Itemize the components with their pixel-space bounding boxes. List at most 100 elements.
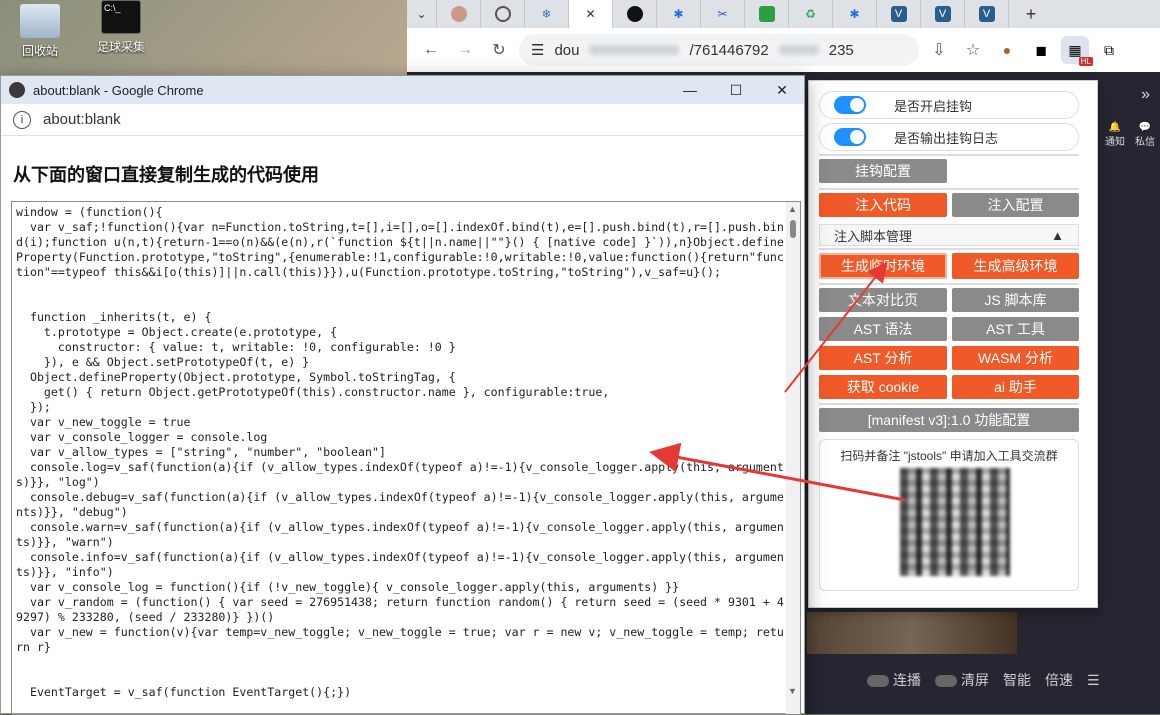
js-lib-button[interactable]: JS 脚本库 <box>952 288 1079 312</box>
github-icon <box>626 6 643 22</box>
inject-config-button[interactable]: 注入配置 <box>952 193 1079 217</box>
qr-caption: 扫码并备注 "jstools" 申请加入工具交流群 <box>840 449 1058 463</box>
scissors-icon: ✂ <box>717 7 728 21</box>
tab-6[interactable]: ✱ <box>657 0 701 28</box>
clear-screen-toggle[interactable]: 清屏 <box>935 670 989 690</box>
info-icon: i <box>13 110 31 129</box>
maximize-button[interactable]: ☐ <box>713 76 759 104</box>
ast-syntax-button[interactable]: AST 语法 <box>819 317 947 341</box>
football-collect-shortcut[interactable]: C:\_ 足球采集 <box>86 0 156 55</box>
jstools-extension-button[interactable]: ▦ HL <box>1061 36 1093 66</box>
star-icon: ☆ <box>965 42 981 59</box>
cookie-extension-button[interactable]: ● <box>993 36 1021 64</box>
chevron-down-icon: ⌄ <box>416 7 427 21</box>
triangle-up-icon: ▲ <box>1051 227 1064 243</box>
extensions-menu-button[interactable]: ⧉ <box>1095 36 1123 64</box>
v-icon: V <box>934 6 951 22</box>
tab-10[interactable]: ✱ <box>833 0 877 28</box>
gen-temp-env-button[interactable]: 生成临时环境 <box>819 253 947 279</box>
jstools-extension-popup: 是否开启挂钩 是否输出挂钩日志 挂钩配置 注入代码 注入配置 注入脚本管理 ▲ … <box>808 80 1098 608</box>
close-button[interactable]: ✕ <box>759 76 805 104</box>
hexagon-icon <box>758 6 775 22</box>
gen-adv-env-button[interactable]: 生成高级环境 <box>952 253 1079 279</box>
terminal-icon: C:\_ <box>101 0 141 34</box>
inject-code-button[interactable]: 注入代码 <box>819 193 947 217</box>
tab-11[interactable]: V <box>877 0 921 28</box>
download-icon: ⇩ <box>932 42 946 59</box>
toggle-switch[interactable] <box>834 96 866 114</box>
code-textarea[interactable]: window = (function(){ var v_saf;!functio… <box>11 201 801 715</box>
arrow-left-icon: ← <box>423 41 439 58</box>
divider <box>819 283 1079 285</box>
hl-badge: HL <box>1078 57 1093 66</box>
speed-button[interactable]: 倍速 <box>1045 670 1073 690</box>
divider <box>819 403 1079 405</box>
new-tab-button[interactable]: + <box>1009 0 1053 28</box>
list-icon[interactable]: ☰ <box>1087 672 1100 689</box>
recycle-bin-shortcut[interactable]: 回收站 <box>5 4 75 59</box>
tab-1[interactable] <box>437 0 481 28</box>
address-bar[interactable]: ☰ dou /761446792 235 <box>519 34 919 66</box>
address-tail: 235 <box>828 41 854 59</box>
minimize-button[interactable]: — <box>667 76 713 104</box>
video-thumbnail <box>807 612 1017 654</box>
arrow-right-icon: → <box>457 41 473 58</box>
bell-icon: 🔔 <box>1108 122 1122 133</box>
wasm-analysis-button[interactable]: WASM 分析 <box>952 346 1079 370</box>
notify-button[interactable]: 🔔 通知 <box>1105 122 1125 148</box>
recycle-bin-label: 回收站 <box>21 44 58 58</box>
toggle-icon <box>935 675 957 688</box>
maximize-icon: ☐ <box>729 81 743 98</box>
address-suffix: /761446792 <box>689 41 769 59</box>
ai-helper-button[interactable]: ai 助手 <box>952 375 1079 399</box>
tab-4-active[interactable]: ✕ <box>569 0 613 28</box>
calculator-icon: ▦ <box>1068 41 1082 58</box>
glasses-icon: ◼ <box>1035 41 1047 58</box>
v-icon: V <box>890 6 907 22</box>
side-icons: 🔔 通知 💬 私信 <box>1100 122 1160 148</box>
close-icon: ✕ <box>776 81 788 98</box>
tab-7[interactable]: ✂ <box>701 0 745 28</box>
chevron-right-icon[interactable]: » <box>1141 86 1150 104</box>
reload-button[interactable]: ↻ <box>485 36 513 64</box>
tab-search-button[interactable]: ⌄ <box>407 0 437 28</box>
autoplay-toggle[interactable]: 连播 <box>867 670 921 690</box>
smart-button[interactable]: 智能 <box>1003 670 1031 690</box>
triangle-up-icon[interactable]: ▲ <box>788 204 797 214</box>
v-icon: V <box>978 6 995 22</box>
recycle-bin-icon <box>20 4 60 38</box>
tab-2[interactable] <box>481 0 525 28</box>
install-app-button[interactable]: ⇩ <box>925 36 953 64</box>
window-title: about:blank - Google Chrome <box>33 82 204 98</box>
get-cookie-button[interactable]: 获取 cookie <box>819 375 947 399</box>
scrollbar[interactable]: ▲ ▼ <box>786 202 800 714</box>
tab-5[interactable] <box>613 0 657 28</box>
hook-enable-switch-row[interactable]: 是否开启挂钩 <box>819 91 1079 119</box>
messages-button[interactable]: 💬 私信 <box>1135 122 1155 148</box>
bookmark-button[interactable]: ☆ <box>959 36 987 64</box>
globe-icon <box>494 6 511 22</box>
tab-12[interactable]: V <box>921 0 965 28</box>
divider <box>819 248 1079 250</box>
tab-3[interactable]: ❄ <box>525 0 569 28</box>
manifest-config-button[interactable]: [manifest v3]:1.0 功能配置 <box>819 408 1079 432</box>
text-diff-button[interactable]: 文本对比页 <box>819 288 947 312</box>
site-settings-icon: ☰ <box>531 42 545 59</box>
triangle-down-icon[interactable]: ▼ <box>788 686 797 696</box>
address-prefix: dou <box>554 41 580 59</box>
hook-log-switch-row[interactable]: 是否输出挂钩日志 <box>819 123 1079 151</box>
tab-13[interactable]: V <box>965 0 1009 28</box>
tab-8[interactable] <box>745 0 789 28</box>
ast-tool-button[interactable]: AST 工具 <box>952 317 1079 341</box>
extension-button[interactable]: ◼ <box>1027 36 1055 64</box>
toggle-switch[interactable] <box>834 128 866 146</box>
back-button[interactable]: ← <box>417 36 445 64</box>
inject-script-manager[interactable]: 注入脚本管理 ▲ <box>819 224 1079 246</box>
ast-analysis-button[interactable]: AST 分析 <box>819 346 947 370</box>
forward-button[interactable]: → <box>451 36 479 64</box>
loop-icon: ♻ <box>805 7 816 21</box>
hook-config-button[interactable]: 挂钩配置 <box>819 159 947 183</box>
tab-9[interactable]: ♻ <box>789 0 833 28</box>
popup-address-bar[interactable]: i about:blank <box>1 104 804 136</box>
scrollbar-thumb[interactable] <box>790 220 796 238</box>
